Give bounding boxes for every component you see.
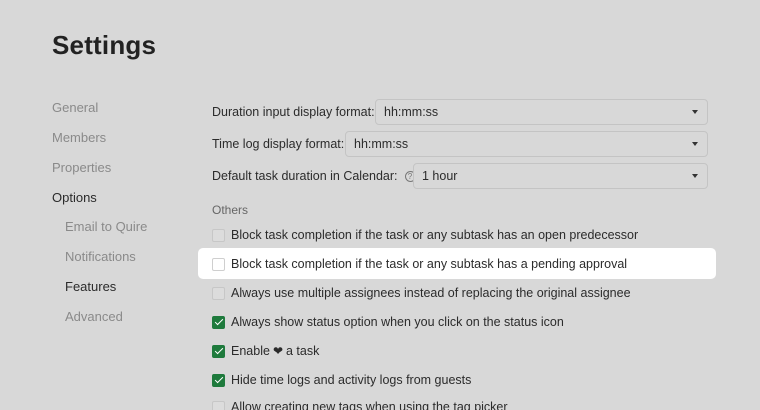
option-label: Always show status option when you click… (231, 315, 564, 329)
option-show-status[interactable]: Always show status option when you click… (212, 312, 564, 332)
default-duration-select[interactable]: 1 hour (413, 163, 708, 189)
duration-format-label: Duration input display format: (212, 105, 375, 119)
timelog-format-label: Time log display format: (212, 137, 345, 151)
chevron-down-icon (692, 110, 698, 114)
others-section-title: Others (212, 203, 249, 217)
checkbox[interactable] (212, 400, 225, 410)
sidebar-item-features[interactable]: Features (65, 279, 116, 294)
timelog-format-select[interactable]: hh:mm:ss (345, 131, 708, 157)
heart-icon: ❤ (272, 344, 283, 358)
option-label: Block task completion if the task or any… (231, 257, 628, 271)
duration-format-value: hh:mm:ss (384, 105, 439, 119)
checkbox[interactable] (212, 228, 225, 242)
option-label: Block task completion if the task or any… (231, 228, 639, 242)
checkbox-checked[interactable] (212, 373, 225, 387)
timelog-format-value: hh:mm:ss (354, 137, 409, 151)
option-label: Always use multiple assignees instead of… (231, 286, 631, 300)
sidebar-item-members[interactable]: Members (52, 130, 106, 145)
sidebar-item-notifications[interactable]: Notifications (65, 249, 136, 264)
duration-format-select[interactable]: hh:mm:ss (375, 99, 708, 125)
option-allow-new-tags[interactable]: Allow creating new tags when using the t… (212, 397, 508, 410)
sidebar-item-advanced[interactable]: Advanced (65, 309, 123, 324)
option-label-before: Enable (231, 344, 270, 358)
checkbox-checked[interactable] (212, 315, 225, 329)
option-label: Allow creating new tags when using the t… (231, 400, 508, 410)
chevron-down-icon (692, 142, 698, 146)
checkbox[interactable] (212, 286, 225, 300)
option-enable-like[interactable]: Enable ❤ a task (212, 341, 319, 361)
chevron-down-icon (692, 174, 698, 178)
default-duration-label-row: Default task duration in Calendar: ? (212, 169, 416, 183)
option-multiple-assignees[interactable]: Always use multiple assignees instead of… (212, 283, 631, 303)
default-duration-value: 1 hour (422, 169, 458, 183)
option-block-pending-approval[interactable]: Block task completion if the task or any… (212, 254, 627, 274)
option-label: Hide time logs and activity logs from gu… (231, 373, 472, 387)
settings-sidebar: General Members Properties Options Email… (0, 0, 200, 410)
sidebar-item-email-to-quire[interactable]: Email to Quire (65, 219, 147, 234)
checkbox[interactable] (212, 257, 225, 271)
sidebar-item-properties[interactable]: Properties (52, 160, 111, 175)
checkbox-checked[interactable] (212, 344, 225, 358)
sidebar-item-options[interactable]: Options (52, 190, 97, 205)
option-label-after: a task (286, 344, 320, 358)
default-duration-label: Default task duration in Calendar: (212, 169, 398, 183)
option-block-open-predecessor[interactable]: Block task completion if the task or any… (212, 225, 638, 245)
option-hide-time-logs[interactable]: Hide time logs and activity logs from gu… (212, 370, 471, 390)
sidebar-item-general[interactable]: General (52, 100, 98, 115)
